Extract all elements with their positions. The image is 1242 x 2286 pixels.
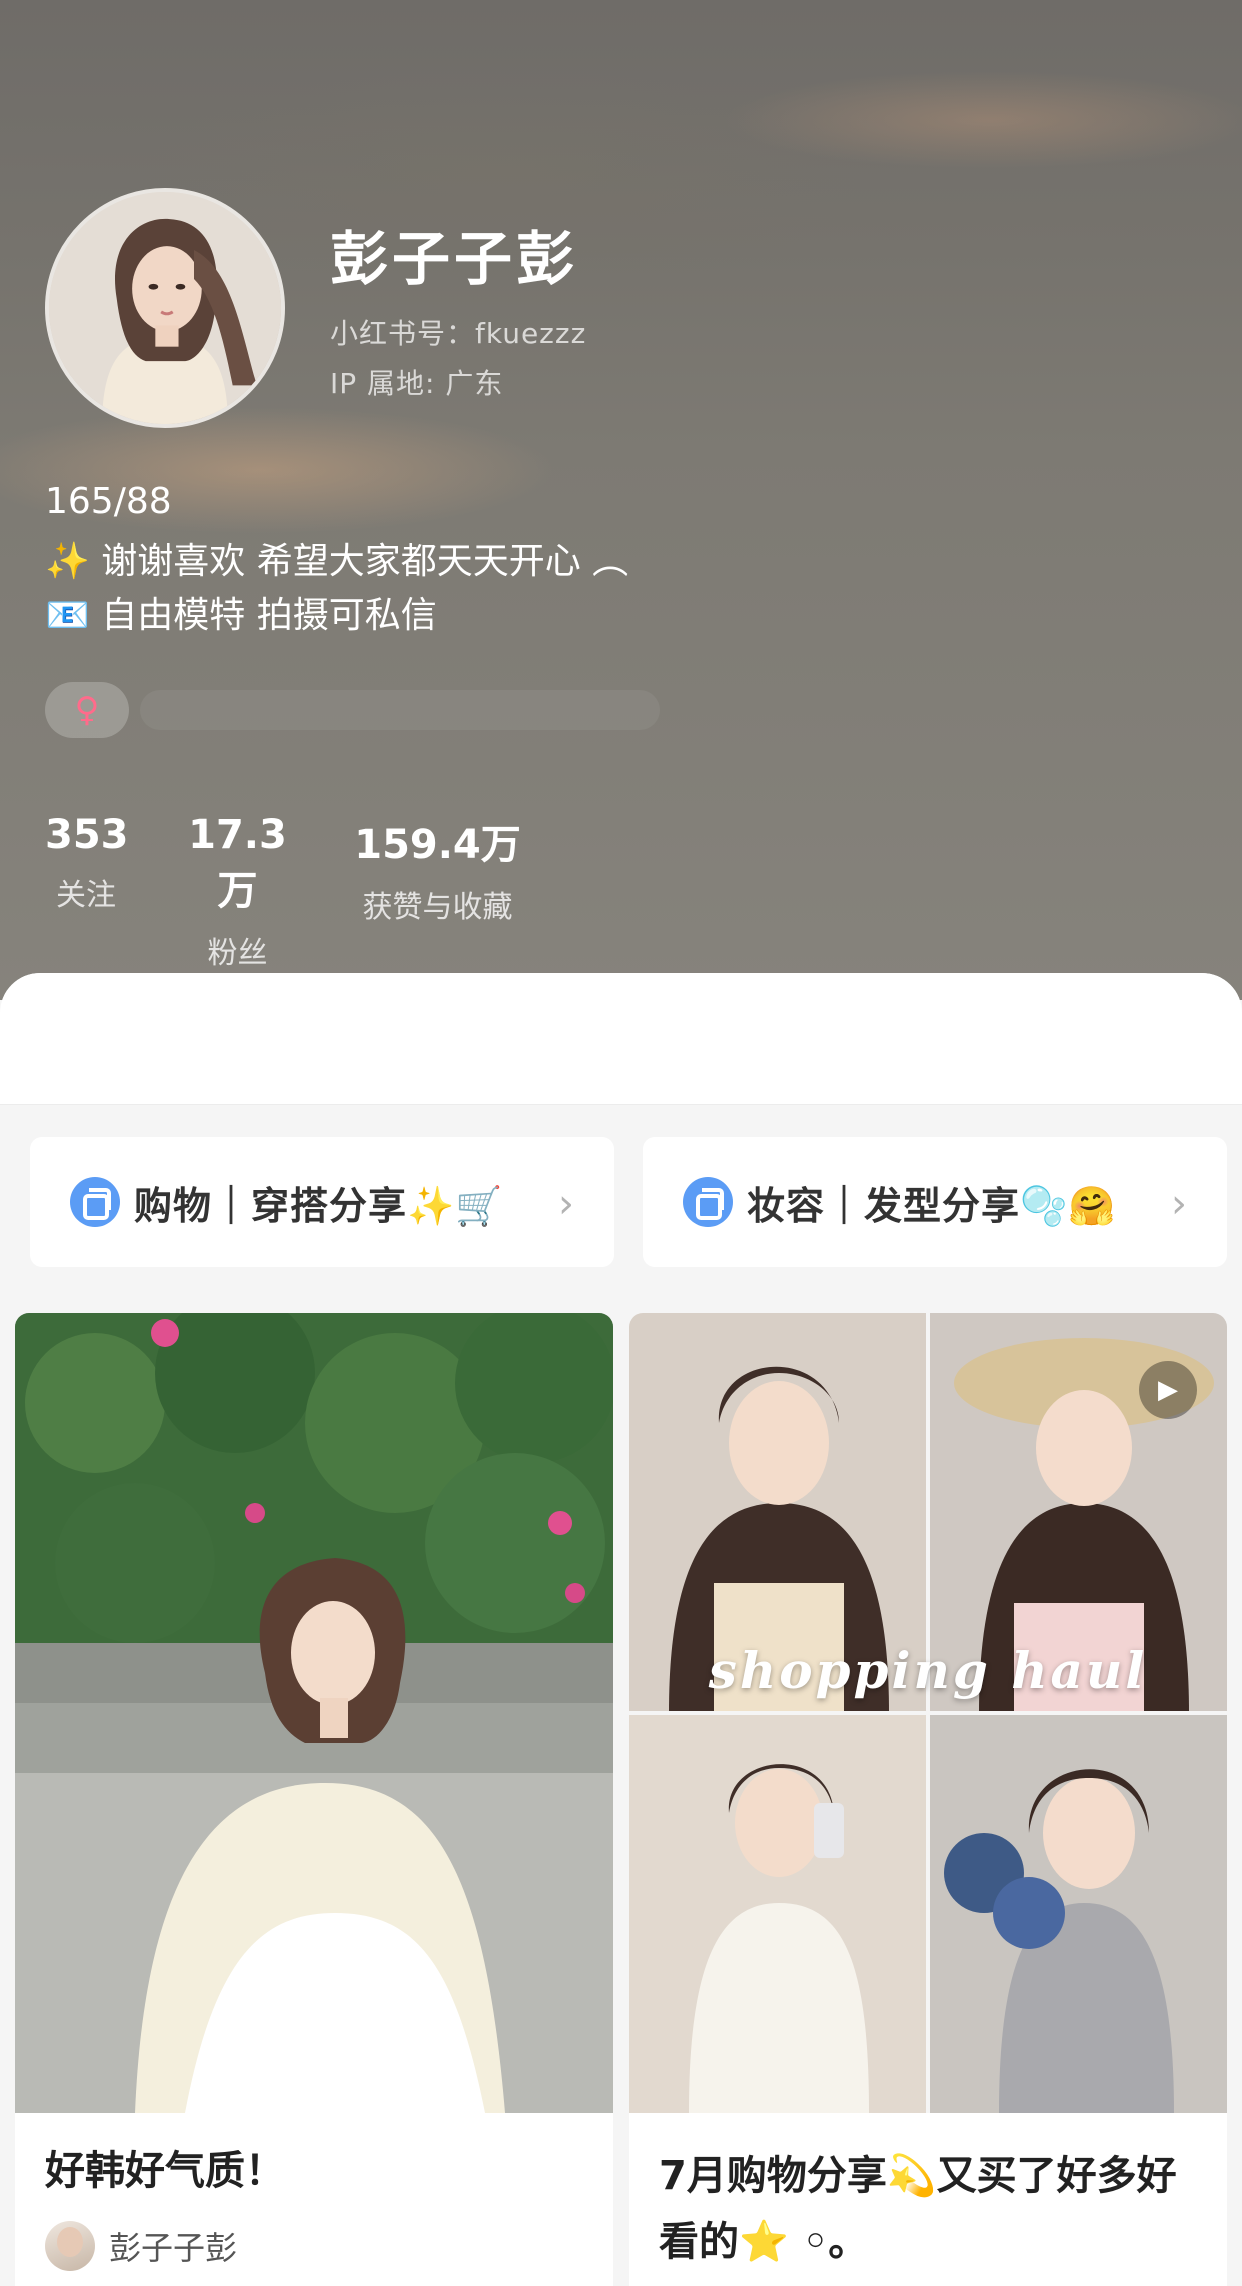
stat-likes-value: 159.4万 — [354, 822, 521, 868]
stat-fans-label: 粉丝 — [207, 936, 268, 971]
profile-id[interactable]: 小红书号：fkuezzz — [330, 312, 586, 352]
stat-fans[interactable]: 17.3万 粉丝 — [175, 812, 300, 972]
collection-card[interactable]: 妆容｜发型分享🫧🤗 › — [643, 1137, 1227, 1267]
profile-username: 彭子子彭 — [330, 225, 579, 293]
collection-icon — [70, 1177, 120, 1227]
bio-line: ✨ 谢谢喜欢 希望大家都天天开心 ︵ — [45, 541, 629, 582]
note-author[interactable]: 彭子子彭 — [45, 2221, 237, 2271]
stat-likes[interactable]: 159.4万 获赞与收藏 — [350, 812, 525, 926]
author-name: 彭子子彭 — [109, 2229, 238, 2267]
collection-label: 购物｜穿搭分享✨🛒 — [134, 1183, 504, 1228]
collection-card[interactable]: 购物｜穿搭分享✨🛒 › — [30, 1137, 614, 1267]
stat-following-label: 关注 — [56, 878, 116, 913]
chevron-right-icon: › — [558, 1181, 574, 1227]
note-card[interactable]: shopping haul ▶ 7月购物分享💫又买了好多好看的⭐ ◦。 — [629, 1313, 1227, 2286]
photo-woman-flowers — [15, 1313, 613, 2113]
profile-header: 彭子子彭 小红书号：fkuezzz IP 属地: 广东 165/88 ✨ 谢谢喜… — [0, 0, 1242, 1000]
note-title[interactable]: 好韩好气质！ — [45, 2138, 595, 2204]
play-icon: ▶ — [1139, 1361, 1197, 1419]
collection-icon — [683, 1177, 733, 1227]
note-cover-image[interactable]: shopping haul ▶ — [629, 1313, 1227, 2113]
stat-fans-value: 17.3万 — [188, 812, 287, 914]
chevron-right-icon: › — [1171, 1181, 1187, 1227]
stat-likes-label: 获赞与收藏 — [362, 890, 513, 925]
profile-ip-location: IP 属地: 广东 — [330, 367, 504, 400]
bio-line: 165/88 — [45, 481, 172, 522]
profile-avatar[interactable] — [45, 188, 285, 428]
cover-overlay-text: shopping haul — [708, 1641, 1148, 1700]
author-avatar — [45, 2221, 95, 2271]
photo-collage — [629, 1313, 1227, 2113]
stat-following[interactable]: 353 关注 — [45, 812, 129, 914]
note-card[interactable]: 好韩好气质！ 彭子子彭 — [15, 1313, 613, 2286]
bio-line: 📧 自由模特 拍摄可私信 — [45, 595, 437, 636]
note-title[interactable]: 7月购物分享💫又买了好多好看的⭐ ◦。 — [659, 2143, 1209, 2275]
female-icon: ♀ — [45, 682, 129, 738]
collection-label: 妆容｜发型分享🫧🤗 — [747, 1183, 1117, 1228]
avatar-photo — [49, 192, 281, 424]
note-cover-image[interactable] — [15, 1313, 613, 2113]
stat-following-value: 353 — [45, 812, 129, 858]
tab-bar-area — [0, 973, 1242, 1105]
blurred-tags — [140, 690, 660, 730]
